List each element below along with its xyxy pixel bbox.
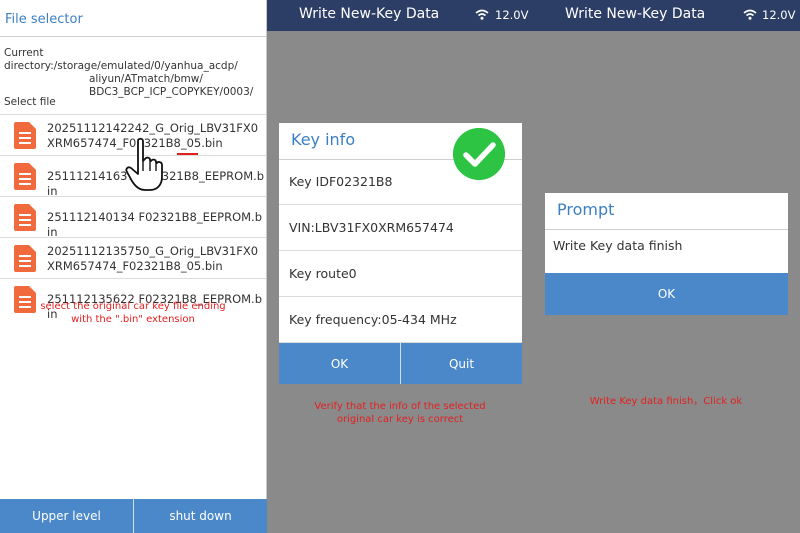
instruction-annotation: Write Key data finish，Click ok bbox=[589, 396, 743, 407]
dialog-title-divider bbox=[545, 229, 788, 230]
file-icon bbox=[14, 245, 36, 272]
key-frequency-text: Key frequency:05-434 MHz bbox=[289, 312, 457, 327]
select-file-label: Select file bbox=[4, 96, 56, 108]
ok-button[interactable]: OK bbox=[545, 273, 788, 315]
instruction-annotation: Verify that the info of the selected ori… bbox=[314, 401, 486, 425]
page-title: File selector bbox=[5, 12, 83, 27]
header-title: Write New-Key Data bbox=[299, 6, 440, 22]
key-info-row: Key route0 bbox=[279, 252, 522, 297]
key-id-text: Key IDF02321B8 bbox=[289, 174, 393, 189]
dialog-title: Prompt bbox=[557, 200, 615, 219]
file-icon bbox=[14, 204, 36, 231]
current-directory-line2: aliyun/ATmatch/bmw/ bbox=[89, 73, 203, 85]
checkmark-icon bbox=[453, 128, 505, 180]
key-info-row: Key frequency:05-434 MHz bbox=[279, 298, 522, 343]
current-directory-line1: Current directory:/storage/emulated/0/ya… bbox=[4, 47, 238, 72]
prompt-dialog: Prompt Write Key data finish OK bbox=[545, 193, 788, 315]
current-directory: Current directory:/storage/emulated/0/ya… bbox=[4, 47, 266, 99]
shut-down-button[interactable]: shut down bbox=[133, 499, 267, 533]
vin-text: VIN:LBV31FX0XRM657474 bbox=[289, 220, 454, 235]
key-info-panel: Write New-Key Data 12.0V Key info Key ID… bbox=[267, 0, 533, 533]
wifi-icon bbox=[475, 9, 489, 20]
title-divider bbox=[0, 36, 266, 37]
voltage-readout: 12.0V bbox=[495, 8, 529, 22]
screenshot-composite: File selector Current directory:/storage… bbox=[0, 0, 800, 533]
bottom-toolbar: Upper level shut down bbox=[0, 499, 267, 533]
file-name: 20251112135750_G_Orig_LBV31FX0XRM657474_… bbox=[47, 244, 259, 273]
quit-button[interactable]: Quit bbox=[400, 343, 522, 384]
dialog-title: Key info bbox=[291, 130, 356, 149]
dialog-buttons: OK Quit bbox=[279, 343, 522, 384]
dialog-buttons: OK bbox=[545, 273, 788, 315]
prompt-message: Write Key data finish bbox=[553, 238, 683, 253]
header-bar: Write New-Key Data 12.0V bbox=[533, 0, 800, 31]
pointing-hand-icon bbox=[125, 137, 163, 191]
file-icon bbox=[14, 163, 36, 190]
file-name: 251112140134 F02321B8_EEPROM.bin bbox=[47, 210, 262, 239]
file-icon bbox=[14, 122, 36, 149]
key-route-text: Key route0 bbox=[289, 266, 357, 281]
file-selector-panel: File selector Current directory:/storage… bbox=[0, 0, 267, 533]
upper-level-button[interactable]: Upper level bbox=[0, 499, 133, 533]
ok-button[interactable]: OK bbox=[279, 343, 400, 384]
header-bar: Write New-Key Data 12.0V bbox=[267, 0, 533, 31]
header-title: Write New-Key Data bbox=[565, 6, 706, 22]
file-item[interactable]: 251112140134 F02321B8_EEPROM.bin bbox=[0, 196, 266, 239]
instruction-annotation: select the original car key file ending … bbox=[40, 301, 226, 325]
file-item[interactable]: 20251112135750_G_Orig_LBV31FX0XRM657474_… bbox=[0, 237, 266, 278]
wifi-icon bbox=[743, 9, 757, 20]
voltage-readout: 12.0V bbox=[762, 8, 796, 22]
key-info-row: VIN:LBV31FX0XRM657474 bbox=[279, 206, 522, 251]
prompt-panel: Write New-Key Data 12.0V Prompt Write Ke… bbox=[533, 0, 800, 533]
